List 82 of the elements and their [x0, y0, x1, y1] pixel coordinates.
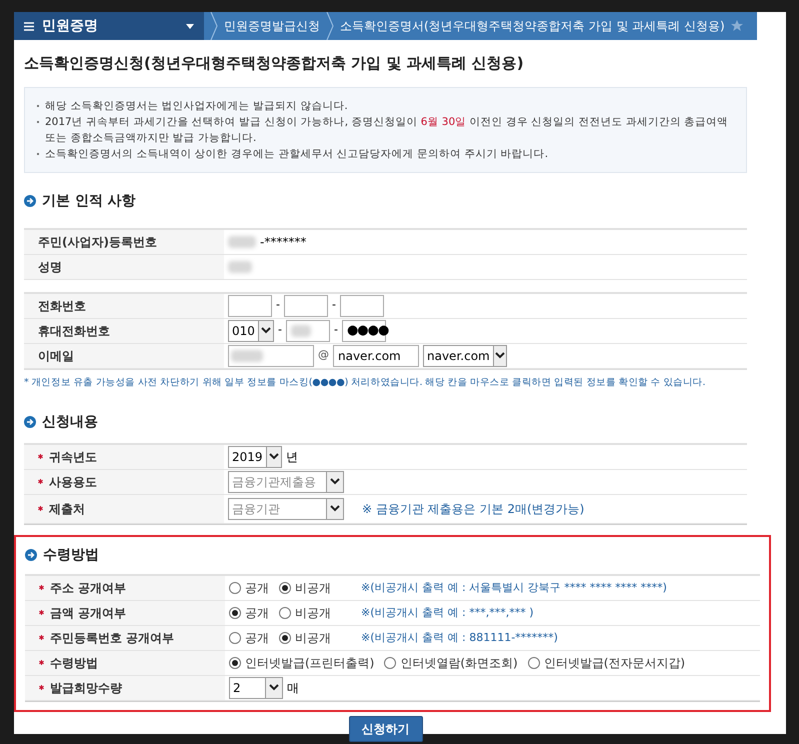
chevron-down-icon: [269, 684, 279, 692]
dropdown-select[interactable]: 2: [229, 676, 283, 699]
chevron-right-icon: [210, 12, 218, 40]
submit-button[interactable]: 신청하기: [348, 716, 422, 742]
required-asterisk-icon: [39, 660, 44, 666]
dash-separator: -: [276, 297, 280, 314]
note-text: ※(비공개시 출력 예 : 서울특별시 강북구 **** **** **** ****): [361, 580, 667, 596]
text-input[interactable]: [340, 294, 384, 316]
section-title: 수령방법: [43, 546, 99, 565]
required-asterisk-icon: [39, 610, 44, 616]
notice-text: 2017년 귀속부터 과세기간을 선택하여 발급 신청이 가능하나, 증명신청일이 6월 30일 이전인 경우 신청일의 전전년도 과세기간의 총급여액 또는 종합소득금액까지만 발급 가능합니다.: [45, 114, 730, 146]
chevron-down-icon: [494, 352, 505, 359]
field-label: 이메일: [38, 348, 74, 364]
notice-text: 해당 소득확인증명서는 법인사업자에게는 발급되지 않습니다.: [45, 98, 348, 114]
field-label: 금액 공개여부: [50, 604, 126, 622]
dropdown-select[interactable]: 010: [228, 320, 274, 342]
text-input[interactable]: naver.com: [333, 344, 419, 366]
text-input[interactable]: [228, 294, 272, 316]
radio-option[interactable]: 공개: [229, 578, 269, 597]
blurred-value: [231, 350, 263, 362]
chevron-down-icon: [268, 453, 279, 460]
unit-label: 년: [286, 448, 298, 466]
dash-separator: -: [332, 297, 336, 314]
masking-note: * 개인정보 유출 가능성을 사전 차단하기 위해 일부 정보를 마스킹(●●●●) 처리하였습니다. 해당 칸을 마우스로 클릭하면 입력된 정보를 확인할 수 있습니다.: [24, 376, 706, 390]
field-label: 주민등록번호 공개여부: [50, 630, 174, 647]
field-value: -*******: [260, 234, 306, 250]
dash-separator: -: [278, 322, 282, 338]
radio-option[interactable]: 비공개: [279, 628, 331, 647]
field-label: 사용용도: [49, 474, 97, 491]
radio-option[interactable]: 인터넷발급(프린터출력): [229, 654, 374, 672]
radio-option[interactable]: 인터넷열람(화면조회): [384, 654, 518, 672]
arrow-circle-icon: [24, 416, 36, 428]
star-icon[interactable]: [730, 20, 743, 32]
required-asterisk-icon: [38, 479, 43, 484]
breadcrumb-link[interactable]: 민원증명발급신청: [224, 17, 320, 35]
menu-dropdown[interactable]: 민원증명: [14, 12, 204, 40]
chevron-right-icon: [326, 12, 334, 40]
arrow-circle-icon: [24, 195, 36, 207]
text-input[interactable]: [228, 344, 314, 366]
dropdown-select[interactable]: naver.com: [423, 344, 507, 366]
blurred-value: [290, 324, 311, 336]
blurred-value: [228, 260, 252, 272]
arrow-circle-icon: [25, 549, 37, 562]
required-asterisk-icon: [38, 506, 43, 512]
chevron-down-icon: [330, 505, 340, 512]
field-label: 귀속년도: [49, 448, 97, 466]
required-asterisk-icon: [38, 454, 43, 460]
dash-separator: -: [334, 322, 338, 338]
menu-icon: [24, 22, 34, 30]
note-text: ※ 금융기관 제출용은 기본 2매(변경가능): [362, 500, 584, 518]
chevron-down-icon: [330, 478, 340, 486]
breadcrumb-link[interactable]: 소득확인증명서(청년우대형주택청약종합저축 가입 및 과세특례 신청용): [340, 17, 725, 35]
field-label: 주민(사업자)등록번호: [38, 234, 157, 250]
notice-text: 소득확인증명서의 소득내역이 상이한 경우에는 관할세무서 신고담당자에게 문의하여 주시기 바랍니다.: [45, 146, 548, 162]
chevron-down-icon: [260, 327, 271, 334]
field-label: 발급희망수량: [50, 680, 122, 697]
field-label: 전화번호: [38, 298, 86, 314]
field-label: 휴대전화번호: [38, 322, 110, 340]
caret-icon: [186, 24, 194, 28]
section-title: 신청내용: [42, 412, 98, 432]
radio-option[interactable]: 비공개: [279, 604, 331, 622]
page-title: 소득확인증명신청(청년우대형주택청약종합저축 가입 및 과세특례 신청용): [24, 53, 525, 74]
field-label: 주소 공개여부: [50, 580, 126, 597]
blurred-value: [228, 236, 256, 248]
required-asterisk-icon: [39, 585, 44, 590]
text-input[interactable]: [286, 320, 330, 342]
text-input[interactable]: [284, 294, 328, 316]
field-label: 수령방법: [50, 654, 98, 672]
dropdown-select[interactable]: 2019: [228, 446, 282, 468]
radio-option[interactable]: 비공개: [279, 578, 331, 597]
note-text: ※(비공개시 출력 예 : 881111-*******): [361, 630, 558, 646]
note-text: ※(비공개시 출력 예 : ***,***,*** ): [361, 604, 534, 620]
section-title: 기본 인적 사항: [42, 192, 136, 210]
required-asterisk-icon: [39, 685, 44, 690]
unit-label: 매: [287, 680, 299, 697]
field-label: 성명: [38, 258, 62, 276]
radio-option[interactable]: 인터넷발급(전자문서지갑): [528, 654, 686, 672]
field-label: 제출처: [49, 500, 85, 518]
required-asterisk-icon: [39, 635, 44, 640]
at-sign: @: [318, 347, 329, 364]
radio-option[interactable]: 공개: [229, 628, 269, 647]
radio-option[interactable]: 공개: [229, 604, 269, 622]
